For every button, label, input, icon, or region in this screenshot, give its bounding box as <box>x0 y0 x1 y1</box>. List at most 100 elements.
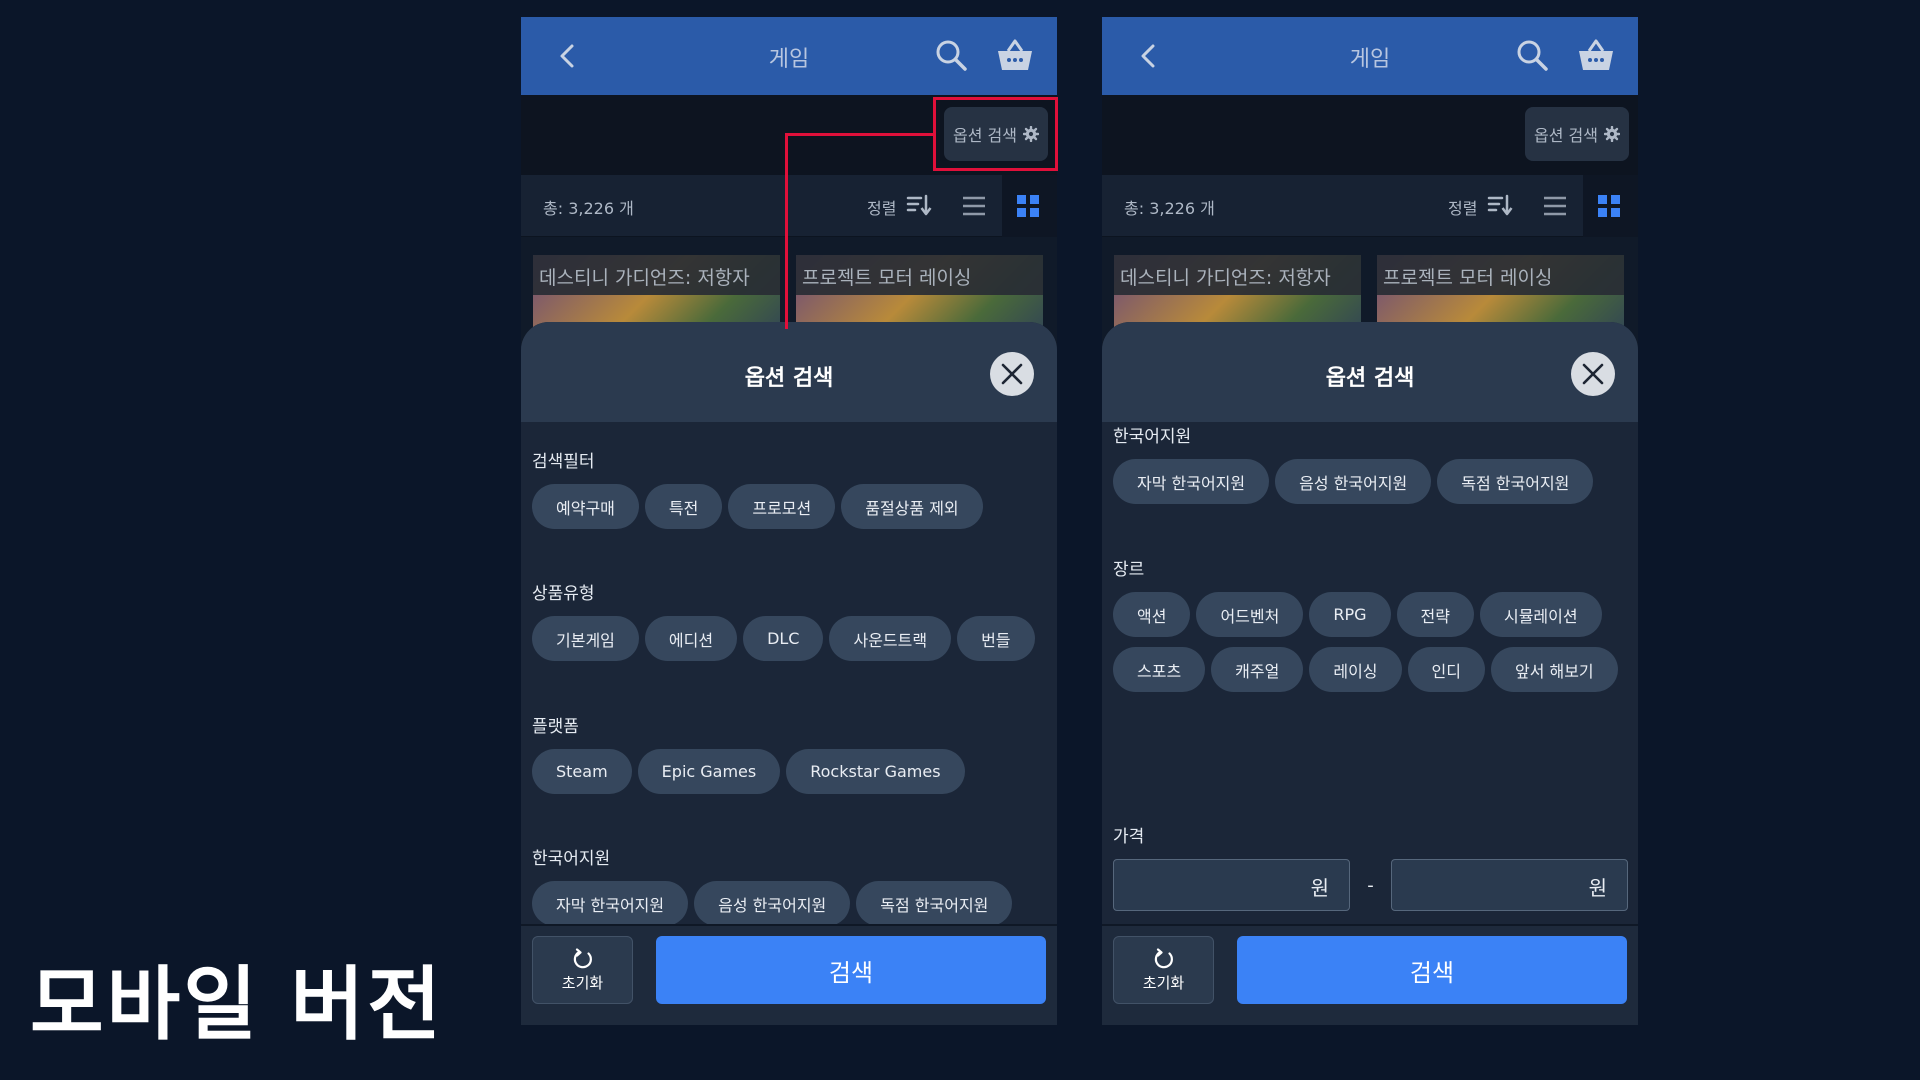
cart-icon[interactable] <box>995 36 1035 74</box>
total-count: 총: 3,226 개 <box>1124 199 1215 218</box>
top-bar: 게임 <box>521 17 1057 95</box>
sheet-header: 옵션 검색 <box>1102 322 1638 422</box>
cart-icon[interactable] <box>1576 36 1616 74</box>
list-view-icon[interactable] <box>1542 193 1568 219</box>
sheet-body: 한국어지원 자막 한국어지원 음성 한국어지원 독점 한국어지원 장르 액션 어… <box>1102 422 1638 924</box>
sheet-title: 옵션 검색 <box>744 366 834 391</box>
type-chip-bundle[interactable]: 번들 <box>957 616 1035 661</box>
product-title: 데스티니 가디언즈: 저항자 <box>1114 255 1361 295</box>
section-label: 한국어지원 <box>1113 427 1192 447</box>
type-section: 상품유형 기본게임 에디션 DLC 사운드트랙 번들 <box>532 579 1052 661</box>
phone-screen-left: 게임 옵션 검색 총: 3,226 개 정렬 데스티니 가디언즈: 저항자 프로… <box>521 17 1057 1025</box>
product-title: 데스티니 가디언즈: 저항자 <box>533 255 780 295</box>
type-chip-soundtrack[interactable]: 사운드트랙 <box>829 616 952 661</box>
sort-icon[interactable] <box>906 193 932 217</box>
genre-chip-racing[interactable]: 레이싱 <box>1309 647 1402 692</box>
genre-chip-strategy[interactable]: 전략 <box>1396 592 1474 637</box>
sheet-header: 옵션 검색 <box>521 322 1057 422</box>
price-min-input[interactable]: 원 <box>1113 859 1350 911</box>
genre-chip-action[interactable]: 액션 <box>1113 592 1191 637</box>
annotation-connector <box>785 133 933 136</box>
korean-section: 한국어지원 자막 한국어지원 음성 한국어지원 독점 한국어지원 <box>532 844 1052 924</box>
currency-unit: 원 <box>1588 876 1607 900</box>
korean-chip-voice[interactable]: 음성 한국어지원 <box>694 881 851 924</box>
close-button[interactable] <box>990 352 1034 396</box>
platform-chip-steam[interactable]: Steam <box>532 749 632 794</box>
sort-label[interactable]: 정렬 <box>1448 195 1477 219</box>
phone-screen-right: 게임 옵션 검색 총: 3,226 개 정렬 데스티니 가디언즈: 저항자 프로… <box>1102 17 1638 1025</box>
korean-chip-voice[interactable]: 음성 한국어지원 <box>1275 459 1432 504</box>
sheet-title: 옵션 검색 <box>1325 366 1415 391</box>
option-row: 옵션 검색 <box>1102 95 1638 175</box>
reset-label: 초기화 <box>561 973 604 992</box>
list-toolbar: 총: 3,226 개 정렬 <box>1102 175 1638 237</box>
option-search-label: 옵션 검색 <box>953 126 1017 145</box>
sort-label[interactable]: 정렬 <box>867 195 896 219</box>
reset-icon <box>1154 947 1173 968</box>
korean-chip-subtitle[interactable]: 자막 한국어지원 <box>532 881 689 924</box>
reset-label: 초기화 <box>1142 973 1185 992</box>
close-button[interactable] <box>1571 352 1615 396</box>
genre-chip-indie[interactable]: 인디 <box>1407 647 1485 692</box>
price-max-input[interactable]: 원 <box>1391 859 1628 911</box>
genre-chip-early-access[interactable]: 앞서 해보기 <box>1490 647 1618 692</box>
platform-chip-epic[interactable]: Epic Games <box>637 749 781 794</box>
option-search-label: 옵션 검색 <box>1534 126 1598 145</box>
search-icon[interactable] <box>933 37 969 73</box>
search-button[interactable]: 검색 <box>656 936 1046 1004</box>
korean-section: 한국어지원 자막 한국어지원 음성 한국어지원 독점 한국어지원 <box>1113 422 1633 504</box>
type-chip-dlc[interactable]: DLC <box>743 616 824 661</box>
genre-chip-simulation[interactable]: 시뮬레이션 <box>1479 592 1602 637</box>
platform-section: 플랫폼 Steam Epic Games Rockstar Games <box>532 712 1052 794</box>
type-chip-edition[interactable]: 에디션 <box>644 616 738 661</box>
sheet-body: 검색필터 예약구매 특전 프로모션 품절상품 제외 상품유형 기본게임 에디션 … <box>521 422 1057 924</box>
option-search-button[interactable]: 옵션 검색 <box>1525 107 1629 161</box>
type-chip-base[interactable]: 기본게임 <box>532 616 639 661</box>
grid-view-button[interactable] <box>1002 175 1057 237</box>
filter-section: 검색필터 예약구매 특전 프로모션 품절상품 제외 <box>532 447 1052 529</box>
gear-icon <box>1022 126 1039 142</box>
genre-chip-adventure[interactable]: 어드벤처 <box>1196 592 1304 637</box>
sort-icon[interactable] <box>1487 193 1513 217</box>
top-bar: 게임 <box>1102 17 1638 95</box>
genre-chip-rpg[interactable]: RPG <box>1309 592 1391 637</box>
option-search-sheet: 옵션 검색 검색필터 예약구매 특전 프로모션 품절상품 제외 상품유형 기본게… <box>521 322 1057 1025</box>
filter-chip-preorder[interactable]: 예약구매 <box>532 484 639 529</box>
filter-chip-promotion[interactable]: 프로모션 <box>728 484 836 529</box>
product-title: 프로젝트 모터 레이싱 <box>796 255 1043 295</box>
reset-button[interactable]: 초기화 <box>532 936 633 1004</box>
list-view-icon[interactable] <box>961 193 987 219</box>
reset-icon <box>573 947 592 968</box>
gear-icon <box>1603 126 1620 142</box>
grid-view-button[interactable] <box>1583 175 1638 237</box>
filter-chip-bonus[interactable]: 특전 <box>644 484 723 529</box>
platform-chip-rockstar[interactable]: Rockstar Games <box>786 749 965 794</box>
search-button[interactable]: 검색 <box>1237 936 1627 1004</box>
option-search-button[interactable]: 옵션 검색 <box>944 107 1048 161</box>
genre-section: 장르 액션 어드벤처 RPG 전략 시뮬레이션 스포츠 캐주얼 레이싱 인디 앞… <box>1113 555 1633 692</box>
korean-chip-subtitle[interactable]: 자막 한국어지원 <box>1113 459 1270 504</box>
sheet-footer: 초기화 검색 <box>521 924 1057 1025</box>
reset-button[interactable]: 초기화 <box>1113 936 1214 1004</box>
close-icon <box>1582 363 1604 385</box>
section-label: 장르 <box>1113 560 1145 580</box>
annotation-connector <box>785 133 788 329</box>
genre-chip-sports[interactable]: 스포츠 <box>1113 647 1206 692</box>
filter-chip-exclude-soldout[interactable]: 품절상품 제외 <box>841 484 983 529</box>
section-label: 플랫폼 <box>532 717 579 737</box>
search-icon[interactable] <box>1514 37 1550 73</box>
grid-view-icon <box>1017 195 1039 217</box>
list-toolbar: 총: 3,226 개 정렬 <box>521 175 1057 237</box>
genre-chip-casual[interactable]: 캐주얼 <box>1211 647 1304 692</box>
section-label: 상품유형 <box>532 584 595 604</box>
section-label: 검색필터 <box>532 452 595 472</box>
korean-chip-exclusive[interactable]: 독점 한국어지원 <box>1437 459 1594 504</box>
caption: 모바일 버전 <box>30 958 444 1051</box>
sheet-footer: 초기화 검색 <box>1102 924 1638 1025</box>
korean-chip-exclusive[interactable]: 독점 한국어지원 <box>856 881 1013 924</box>
page-title: 게임 <box>1349 47 1391 72</box>
section-label: 한국어지원 <box>532 849 611 869</box>
product-title: 프로젝트 모터 레이싱 <box>1377 255 1624 295</box>
total-count: 총: 3,226 개 <box>543 199 634 218</box>
currency-unit: 원 <box>1310 876 1329 900</box>
